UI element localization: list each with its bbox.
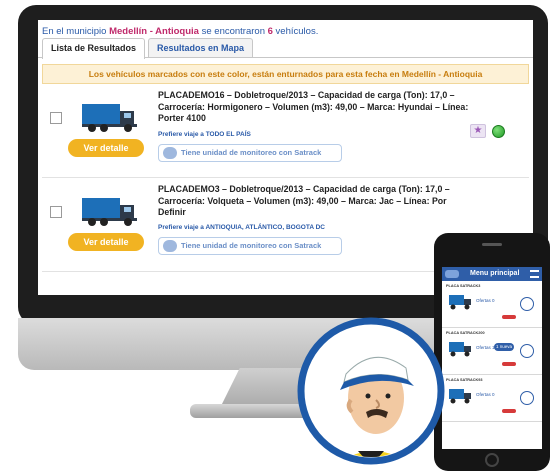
phone-header-title: Menu principal bbox=[470, 270, 520, 277]
phone-card-title: PLACA SATRACK200 bbox=[446, 331, 485, 335]
star-icon[interactable]: ★ bbox=[470, 124, 486, 138]
phone-card-offers: Ofertas 1 bbox=[476, 345, 495, 350]
phone-vehicle-card[interactable]: PLACA SATRACK200 Ofertas 1 1 nueva bbox=[442, 328, 542, 375]
truck-icon bbox=[82, 104, 137, 132]
travel-preference: Prefiere viaje a TODO EL PAÍS bbox=[158, 131, 251, 138]
satrack-monitoring-badge[interactable]: Tiene unidad de monitoreo con Satrack bbox=[158, 237, 342, 255]
enturnados-notice: Los vehículos marcados con este color, e… bbox=[42, 64, 529, 84]
view-detail-button[interactable]: Ver detalle bbox=[68, 139, 144, 157]
satrack-label: Tiene unidad de monitoreo con Satrack bbox=[181, 148, 322, 157]
result-item: Ver detalle PLACADEMO16 – Dobletroque/20… bbox=[42, 84, 529, 178]
menu-icon[interactable] bbox=[530, 270, 539, 278]
satellite-icon bbox=[163, 147, 177, 159]
phone-card-offers: Ofertas 0 bbox=[476, 392, 495, 397]
summary-location: Medellín - Antioquia bbox=[109, 26, 199, 37]
truck-icon bbox=[449, 342, 471, 357]
phone-screen: Menu principal PLACA SATRACK3 Ofertas 0 … bbox=[442, 267, 542, 449]
back-icon[interactable] bbox=[445, 270, 459, 278]
trucker-mascot-icon bbox=[297, 317, 445, 465]
tab-map-results[interactable]: Resultados en Mapa bbox=[148, 38, 254, 57]
phone-card-offers: Ofertas 0 bbox=[476, 298, 495, 303]
summary-prefix: En el municipio bbox=[42, 26, 110, 37]
summary-middle: se encontraron bbox=[198, 26, 268, 37]
phone-speaker bbox=[482, 243, 502, 246]
mobile-phone: Menu principal PLACA SATRACK3 Ofertas 0 … bbox=[434, 233, 550, 471]
vehicle-description: PLACADEMO16 – Dobletroque/2013 – Capacid… bbox=[158, 90, 469, 123]
truck-icon bbox=[82, 198, 137, 226]
travel-preference: Prefiere viaje a ANTIOQUIA, ATLÁNTICO, B… bbox=[158, 224, 325, 231]
phone-vehicle-card[interactable]: PLACA SATRACK3 Ofertas 0 bbox=[442, 281, 542, 328]
results-tabs: Lista de Resultados Resultados en Mapa bbox=[38, 38, 533, 59]
phone-card-title: PLACA SATRACK93 bbox=[446, 378, 483, 382]
view-detail-button[interactable]: Ver detalle bbox=[68, 233, 144, 251]
select-checkbox[interactable] bbox=[50, 112, 62, 124]
phone-card-status-bar bbox=[502, 315, 516, 319]
home-button-icon bbox=[485, 453, 499, 467]
truck-icon bbox=[449, 389, 471, 404]
satrack-monitoring-badge[interactable]: Tiene unidad de monitoreo con Satrack bbox=[158, 144, 342, 162]
phone-card-indicator bbox=[520, 344, 534, 358]
phone-header: Menu principal bbox=[442, 267, 542, 281]
tab-list-results[interactable]: Lista de Resultados bbox=[42, 38, 146, 59]
status-indicator-icon bbox=[492, 125, 505, 138]
select-checkbox[interactable] bbox=[50, 206, 62, 218]
phone-card-status-bar bbox=[502, 409, 516, 413]
satellite-icon bbox=[163, 240, 177, 252]
satrack-label: Tiene unidad de monitoreo con Satrack bbox=[181, 241, 322, 250]
marketing-illustration: En el municipio Medellín - Antioquia se … bbox=[0, 0, 558, 475]
summary-suffix: vehículos. bbox=[272, 26, 319, 37]
phone-card-indicator bbox=[520, 391, 534, 405]
phone-card-status-bar bbox=[502, 362, 516, 366]
phone-vehicle-card[interactable]: PLACA SATRACK93 Ofertas 0 bbox=[442, 375, 542, 422]
vehicle-description: PLACADEMO3 – Dobletroque/2013 – Capacida… bbox=[158, 184, 450, 217]
phone-card-new-badge: 1 nueva bbox=[494, 343, 514, 351]
results-summary: En el municipio Medellín - Antioquia se … bbox=[38, 20, 533, 38]
phone-card-title: PLACA SATRACK3 bbox=[446, 284, 481, 288]
truck-icon bbox=[449, 295, 471, 310]
phone-card-indicator bbox=[520, 297, 534, 311]
